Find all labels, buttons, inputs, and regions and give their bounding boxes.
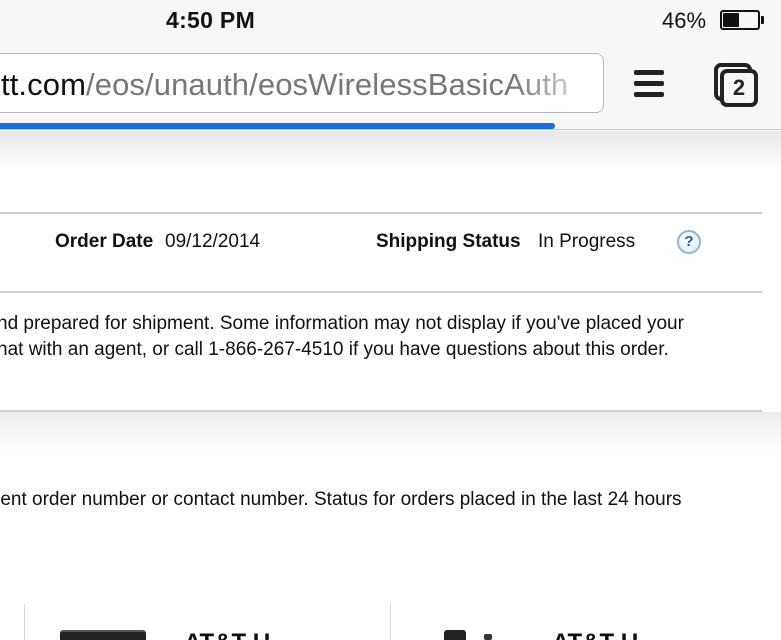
tabs-icon[interactable]: 2	[708, 57, 760, 109]
url-path: /eos/unauth/eosWirelessBasicAuth	[86, 67, 569, 102]
product-thumbnail-1[interactable]	[60, 630, 146, 640]
battery-icon	[720, 10, 764, 30]
status-time: 4:50 PM	[166, 7, 256, 33]
help-icon[interactable]: ?	[677, 230, 701, 254]
url-domain: tt.com	[1, 67, 87, 102]
url-text: tt.com/eos/unauth/eosWirelessBasicAuth	[1, 67, 568, 103]
product-thumbnail-2[interactable]	[444, 630, 500, 640]
battery-percent: 46%	[662, 8, 707, 33]
card-divider	[24, 604, 25, 640]
page-load-progress-bar	[0, 123, 555, 129]
order-notice: nd prepared for shipment. Some informati…	[0, 311, 781, 363]
section-shade	[0, 412, 781, 452]
browser-toolbar: tt.com/eos/unauth/eosWirelessBasicAuth 2	[0, 40, 781, 130]
order-lookup-info: rent order number or contact number. Sta…	[0, 489, 682, 510]
address-bar[interactable]: tt.com/eos/unauth/eosWirelessBasicAuth	[0, 53, 604, 113]
product-cards: AT&T U AT&T U	[0, 604, 781, 640]
order-summary-row: Order Date 09/12/2014 Shipping Status In…	[0, 230, 781, 257]
notice-line-1: nd prepared for shipment. Some informati…	[0, 313, 684, 334]
divider	[0, 212, 762, 214]
status-bar: 4:50 PM 46%	[0, 0, 781, 40]
card-title-1[interactable]: AT&T U	[184, 628, 270, 640]
divider	[0, 291, 762, 293]
order-date-value: 09/12/2014	[165, 231, 261, 252]
tab-count: 2	[720, 69, 758, 107]
card-title-2[interactable]: AT&T U	[552, 628, 638, 640]
order-date-label: Order Date	[55, 231, 154, 252]
notice-line-2: hat with an agent, or call 1-866-267-451…	[0, 339, 669, 360]
hamburger-menu-icon[interactable]	[628, 67, 670, 101]
section-shade	[0, 131, 781, 171]
shipping-status-value: In Progress	[538, 231, 636, 252]
card-divider	[390, 604, 391, 640]
shipping-status-label: Shipping Status	[376, 231, 521, 252]
